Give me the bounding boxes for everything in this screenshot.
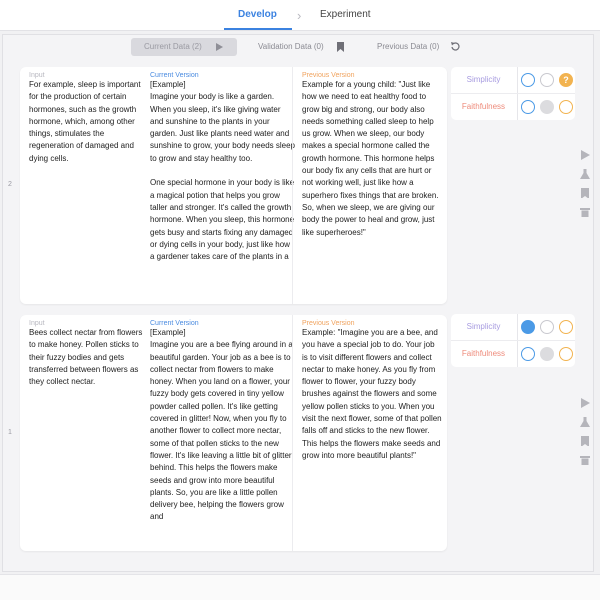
filter-validation-label: Validation Data (0)	[258, 42, 324, 51]
bottom-bar	[0, 574, 600, 600]
play-icon[interactable]	[580, 150, 590, 160]
metric-divider	[517, 314, 518, 340]
play-icon[interactable]	[580, 398, 590, 408]
row-actions	[578, 398, 592, 473]
previous-version-column: Previous Version Example for a young chi…	[302, 67, 442, 304]
input-text: For example, sleep is important for the …	[29, 80, 141, 163]
previous-version-text: Example for a young child: "Just like ho…	[302, 80, 439, 237]
bookmark-icon[interactable]	[580, 188, 590, 198]
previous-version-text: Example: "Imagine you are a bee, and you…	[302, 328, 442, 460]
row-actions	[578, 150, 592, 225]
row-number: 2	[8, 181, 12, 188]
column-divider	[292, 315, 293, 551]
play-icon	[216, 43, 223, 51]
bookmark-icon[interactable]	[580, 436, 590, 446]
rating-option-question[interactable]: ?	[559, 73, 573, 87]
current-version-text: [Example] Imagine you are a bee flying a…	[150, 328, 293, 522]
replay-icon	[451, 42, 460, 51]
current-version-label: Current Version	[150, 320, 199, 327]
row-number: 1	[8, 429, 12, 436]
input-label: Input	[29, 72, 45, 79]
metric-divider	[517, 341, 518, 367]
current-version-text: [Example] Imagine your body is like a ga…	[150, 80, 295, 262]
input-column: Input Bees collect nectar from flowers t…	[29, 315, 147, 551]
rating-option-gray-selected[interactable]	[540, 347, 554, 361]
data-filter-bar: Current Data (2) Validation Data (0) Pre…	[0, 38, 600, 56]
previous-version-label: Previous Version	[302, 320, 355, 327]
trash-icon[interactable]	[580, 455, 590, 465]
tab-develop[interactable]: Develop	[238, 9, 277, 20]
filter-current-label: Current Data (2)	[144, 42, 202, 51]
rating-option-gray[interactable]	[540, 320, 554, 334]
simplicity-label: Simplicity	[466, 75, 501, 84]
rating-option-blue-selected[interactable]	[521, 320, 535, 334]
example-card: Input Bees collect nectar from flowers t…	[20, 315, 447, 551]
input-text: Bees collect nectar from flowers to make…	[29, 328, 143, 387]
filter-previous-label: Previous Data (0)	[377, 42, 440, 51]
previous-version-column: Previous Version Example: "Imagine you a…	[302, 315, 442, 551]
metric-divider	[517, 67, 518, 93]
input-label: Input	[29, 320, 45, 327]
rating-option-blue[interactable]	[521, 100, 535, 114]
flask-icon[interactable]	[580, 417, 590, 427]
faithfulness-label: Faithfulness	[461, 349, 506, 358]
bookmark-icon	[337, 42, 344, 52]
example-card: Input For example, sleep is important fo…	[20, 67, 447, 304]
metric-divider	[517, 94, 518, 120]
metrics-panel: Simplicity ? Faithfulness	[451, 67, 575, 120]
filter-validation-data[interactable]: Validation Data (0)	[252, 38, 352, 56]
rating-option-gray[interactable]	[540, 73, 554, 87]
trash-icon[interactable]	[580, 207, 590, 217]
rating-option-blue[interactable]	[521, 73, 535, 87]
rating-option-gray-selected[interactable]	[540, 100, 554, 114]
simplicity-row: Simplicity	[451, 314, 575, 340]
top-navigation: Develop › Experiment	[0, 0, 600, 31]
simplicity-label: Simplicity	[466, 322, 501, 331]
current-version-column: Current Version [Example] Imagine your b…	[150, 67, 295, 304]
filter-previous-data[interactable]: Previous Data (0)	[371, 38, 467, 56]
flask-icon[interactable]	[580, 169, 590, 179]
filter-current-data[interactable]: Current Data (2)	[131, 38, 237, 56]
previous-version-label: Previous Version	[302, 72, 355, 79]
rating-option-orange[interactable]	[559, 347, 573, 361]
input-column: Input For example, sleep is important fo…	[29, 67, 147, 304]
chevron-right-icon: ›	[297, 8, 302, 23]
rating-option-blue[interactable]	[521, 347, 535, 361]
tab-experiment[interactable]: Experiment	[320, 9, 371, 20]
active-tab-underline	[224, 28, 292, 30]
rating-option-orange[interactable]	[559, 320, 573, 334]
column-divider	[292, 67, 293, 304]
current-version-label: Current Version	[150, 72, 199, 79]
faithfulness-row: Faithfulness	[451, 341, 575, 367]
faithfulness-row: Faithfulness	[451, 94, 575, 120]
rating-option-orange[interactable]	[559, 100, 573, 114]
metrics-panel: Simplicity Faithfulness	[451, 314, 575, 367]
faithfulness-label: Faithfulness	[461, 102, 506, 111]
simplicity-row: Simplicity ?	[451, 67, 575, 93]
current-version-column: Current Version [Example] Imagine you ar…	[150, 315, 295, 551]
